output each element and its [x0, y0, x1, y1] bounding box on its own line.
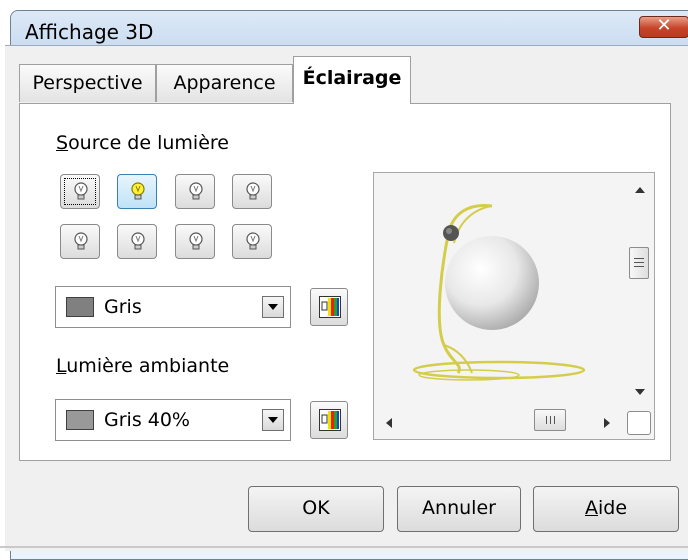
- chevron-down-icon[interactable]: [262, 296, 284, 318]
- light-source-7-button[interactable]: [175, 224, 215, 259]
- light-source-5-button[interactable]: [60, 224, 100, 259]
- tab-apparence[interactable]: Apparence: [156, 64, 293, 102]
- horizontal-scroll-thumb[interactable]: [534, 409, 566, 431]
- lightbulb-icon: [74, 182, 88, 200]
- close-button[interactable]: ✕: [639, 15, 688, 38]
- lightbulb-icon: [74, 232, 88, 250]
- lightbulb-icon: [189, 232, 203, 250]
- chevron-down-icon[interactable]: [262, 409, 284, 431]
- light-source-3-button[interactable]: [175, 174, 215, 209]
- color-palette-icon: [319, 409, 341, 431]
- ambient-color-swatch: [66, 410, 94, 430]
- lightbulb-icon: [131, 232, 145, 250]
- ambient-color-palette-button[interactable]: [310, 401, 348, 439]
- light-source-8-button[interactable]: [232, 224, 272, 259]
- lightbulb-icon: [246, 232, 260, 250]
- lightbulb-icon: [189, 182, 203, 200]
- scroll-arrow-right-icon[interactable]: [604, 418, 610, 428]
- light-preview[interactable]: [373, 172, 655, 440]
- light-color-swatch: [66, 297, 94, 317]
- scroll-arrow-left-icon[interactable]: [386, 418, 392, 428]
- sphere-preview: [412, 203, 586, 381]
- preview-corner-button[interactable]: [627, 411, 651, 435]
- light-color-palette-button[interactable]: [310, 288, 348, 326]
- tab-eclairage[interactable]: Éclairage: [293, 56, 411, 104]
- ok-button[interactable]: OK: [248, 486, 384, 532]
- light-source-4-button[interactable]: [232, 174, 272, 209]
- preview-vertical-scrollbar[interactable]: [626, 173, 654, 405]
- ambient-color-dropdown[interactable]: Gris 40%: [55, 399, 291, 441]
- ambient-color-value: Gris 40%: [104, 409, 190, 431]
- color-palette-icon: [319, 296, 341, 318]
- lightbulb-on-icon: [131, 182, 145, 200]
- close-icon: ✕: [656, 15, 672, 36]
- light-color-value: Gris: [104, 296, 142, 318]
- tab-perspective[interactable]: Perspective: [19, 64, 156, 102]
- vertical-scroll-thumb[interactable]: [629, 247, 649, 279]
- light-source-1-button[interactable]: [60, 174, 100, 209]
- cancel-button[interactable]: Annuler: [397, 486, 521, 532]
- ambient-light-label: Lumière ambiante: [56, 355, 230, 377]
- light-source-label: Source de lumière: [56, 132, 229, 154]
- light-color-dropdown[interactable]: Gris: [55, 286, 291, 328]
- window-title: Affichage 3D: [25, 20, 154, 44]
- preview-horizontal-scrollbar[interactable]: [374, 405, 626, 439]
- scroll-arrow-down-icon[interactable]: [635, 389, 645, 395]
- help-button[interactable]: Aide: [533, 486, 679, 532]
- scroll-arrow-up-icon[interactable]: [635, 187, 645, 193]
- light-source-6-button[interactable]: [117, 224, 157, 259]
- lightbulb-icon: [246, 182, 260, 200]
- light-source-2-button[interactable]: [117, 174, 157, 209]
